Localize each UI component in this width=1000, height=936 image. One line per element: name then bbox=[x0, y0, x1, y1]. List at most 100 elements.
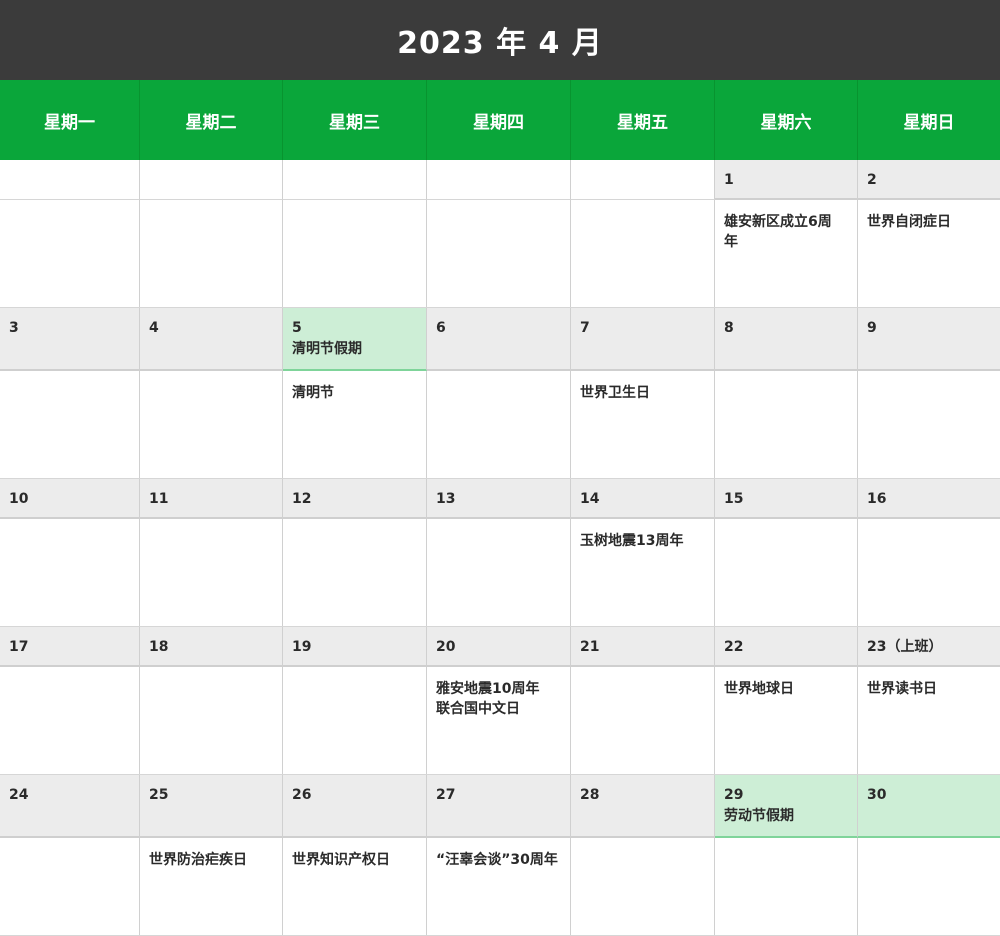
day-cell[interactable]: 29 劳动节假期 bbox=[715, 775, 858, 838]
calendar-week: 1 2 雄安新区成立6周年世界自闭症日 bbox=[0, 160, 1000, 308]
day-cell[interactable]: 6 bbox=[427, 308, 571, 371]
day-number: 1 bbox=[724, 172, 734, 188]
day-events-cell: 世界卫生日 bbox=[571, 371, 715, 478]
day-cell[interactable]: 21 bbox=[571, 627, 715, 667]
day-number: 24 bbox=[9, 787, 29, 803]
event-label: 世界防治疟疾日 bbox=[149, 852, 247, 868]
date-row: 17 18 19 20 21 22 23（上班） bbox=[0, 627, 1000, 667]
day-cell[interactable]: 26 bbox=[283, 775, 427, 838]
day-events-cell: 玉树地震13周年 bbox=[571, 519, 715, 626]
day-number: 27 bbox=[436, 787, 456, 803]
weekday-header-2: 星期二 bbox=[140, 80, 283, 160]
day-cell[interactable]: 4 bbox=[140, 308, 283, 371]
day-number: 30 bbox=[867, 787, 887, 803]
day-events-cell bbox=[715, 838, 858, 935]
day-number: 11 bbox=[149, 491, 169, 507]
day-events-cell bbox=[0, 519, 140, 626]
day-cell[interactable]: 5 清明节假期 bbox=[283, 308, 427, 371]
day-number: 2 bbox=[867, 172, 877, 188]
day-cell[interactable]: 15 bbox=[715, 479, 858, 519]
day-cell[interactable]: 25 bbox=[140, 775, 283, 838]
day-cell[interactable]: 2 bbox=[858, 160, 1000, 200]
day-cell bbox=[283, 160, 427, 200]
day-events-cell bbox=[858, 371, 1000, 478]
day-cell[interactable]: 19 bbox=[283, 627, 427, 667]
weekday-header-7: 星期日 bbox=[903, 112, 955, 133]
event-label: 世界地球日 bbox=[724, 681, 794, 697]
day-cell[interactable]: 8 bbox=[715, 308, 858, 371]
day-number: 3 bbox=[9, 320, 19, 336]
day-cell[interactable]: 23（上班） bbox=[858, 627, 1000, 667]
day-number: 17 bbox=[9, 639, 29, 655]
day-events-cell bbox=[427, 519, 571, 626]
day-cell[interactable]: 18 bbox=[140, 627, 283, 667]
day-cell[interactable]: 14 bbox=[571, 479, 715, 519]
day-number: 23（上班） bbox=[867, 639, 943, 655]
event-label: 世界卫生日 bbox=[580, 385, 650, 401]
day-events-cell bbox=[858, 519, 1000, 626]
day-events-cell: 雄安新区成立6周年 bbox=[715, 200, 858, 307]
day-events-cell bbox=[571, 667, 715, 774]
date-row: 12 bbox=[0, 160, 1000, 200]
day-number: 13 bbox=[436, 491, 456, 507]
calendar-grid: 1 2 雄安新区成立6周年世界自闭症日 3 4 5 清明节假期 6 7 8 9 清明节 世界卫生日 10 1… bbox=[0, 160, 1000, 936]
day-number: 14 bbox=[580, 491, 600, 507]
day-number: 10 bbox=[9, 491, 29, 507]
day-events-cell bbox=[283, 200, 427, 307]
day-number: 5 bbox=[292, 320, 302, 336]
day-events-cell bbox=[0, 200, 140, 307]
event-label: 世界读书日 bbox=[867, 681, 937, 697]
day-number: 21 bbox=[580, 639, 600, 655]
calendar-title: 2023 年 4 月 bbox=[397, 26, 603, 61]
day-cell[interactable]: 12 bbox=[283, 479, 427, 519]
day-events-cell bbox=[0, 838, 140, 935]
day-number: 19 bbox=[292, 639, 312, 655]
day-number: 20 bbox=[436, 639, 456, 655]
day-cell[interactable]: 22 bbox=[715, 627, 858, 667]
event-label: 年 bbox=[724, 234, 738, 250]
event-label: 雄安新区成立6周 bbox=[724, 214, 832, 230]
event-row: 清明节 世界卫生日 bbox=[0, 371, 1000, 478]
event-label: 联合国中文日 bbox=[436, 701, 520, 717]
day-events-cell: 世界防治疟疾日 bbox=[140, 838, 283, 935]
calendar-week: 10 11 12 13 14 15 16 玉树地震13周年 bbox=[0, 479, 1000, 627]
weekday-header-1: 星期一 bbox=[0, 80, 140, 160]
day-number: 25 bbox=[149, 787, 169, 803]
event-label: 清明节 bbox=[292, 385, 334, 401]
day-events-cell bbox=[715, 371, 858, 478]
day-number: 6 bbox=[436, 320, 446, 336]
day-number: 9 bbox=[867, 320, 877, 336]
day-cell[interactable]: 10 bbox=[0, 479, 140, 519]
weekday-header-5: 星期五 bbox=[571, 80, 715, 160]
weekday-header-4: 星期四 bbox=[427, 80, 571, 160]
day-cell[interactable]: 20 bbox=[427, 627, 571, 667]
weekday-header-row: 星期一 星期二 星期三 星期四 星期五 星期六 星期日 bbox=[0, 80, 1000, 160]
date-row: 24 25 26 27 28 29 劳动节假期 30 bbox=[0, 775, 1000, 838]
day-cell[interactable]: 16 bbox=[858, 479, 1000, 519]
event-label: 世界自闭症日 bbox=[867, 214, 951, 230]
day-cell[interactable]: 17 bbox=[0, 627, 140, 667]
day-number: 8 bbox=[724, 320, 734, 336]
event-label: 玉树地震13周年 bbox=[580, 533, 684, 549]
day-cell[interactable]: 28 bbox=[571, 775, 715, 838]
day-cell[interactable]: 9 bbox=[858, 308, 1000, 371]
day-events-cell bbox=[858, 838, 1000, 935]
day-cell[interactable]: 7 bbox=[571, 308, 715, 371]
day-cell[interactable]: 24 bbox=[0, 775, 140, 838]
event-row: 世界防治疟疾日 世界知识产权日 “汪辜会谈”30周年 bbox=[0, 838, 1000, 935]
day-events-cell: 世界地球日 bbox=[715, 667, 858, 774]
day-cell[interactable]: 1 bbox=[715, 160, 858, 200]
day-events-cell bbox=[140, 200, 283, 307]
day-number: 7 bbox=[580, 320, 590, 336]
day-cell[interactable]: 27 bbox=[427, 775, 571, 838]
day-number: 28 bbox=[580, 787, 600, 803]
day-number: 26 bbox=[292, 787, 312, 803]
day-events-cell bbox=[0, 371, 140, 478]
day-cell[interactable]: 13 bbox=[427, 479, 571, 519]
day-events-cell bbox=[140, 667, 283, 774]
day-events-cell: 世界自闭症日 bbox=[858, 200, 1000, 307]
day-cell[interactable]: 11 bbox=[140, 479, 283, 519]
day-cell[interactable]: 3 bbox=[0, 308, 140, 371]
day-cell[interactable]: 30 bbox=[858, 775, 1000, 838]
day-number: 22 bbox=[724, 639, 744, 655]
